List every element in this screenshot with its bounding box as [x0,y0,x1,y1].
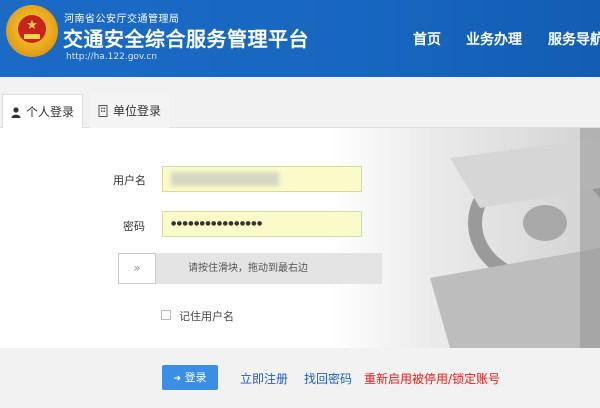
nav-business[interactable]: 业务办理 [466,29,522,49]
page-title: 交通安全综合服务管理平台 [63,27,309,51]
username-label: 用户名 [113,174,146,187]
login-area: 个人登录 单位登录 [0,77,600,408]
login-tabs: 个人登录 单位登录 [0,94,600,129]
captcha-slider[interactable]: » 请按住滑块，拖动到最右边 [118,253,382,284]
password-input[interactable]: ●●●●●●●●●●●●●●●● [162,211,362,237]
username-value-blurred [171,172,279,186]
tab-company-login[interactable]: 单位登录 [90,94,170,128]
tab-company-label: 单位登录 [113,104,162,118]
police-emblem-icon: ★ [6,5,58,57]
car-interior-background [330,128,600,348]
tab-personal-label: 个人登录 [26,105,75,119]
slider-hint: 请按住滑块，拖动到最右边 [188,263,308,274]
user-icon [11,106,21,118]
username-input[interactable] [162,166,362,192]
password-label: 密码 [123,220,145,233]
site-url: http://ha.122.gov.cn [66,52,158,62]
login-footer-bar [0,348,600,408]
tab-personal-login[interactable]: 个人登录 [2,94,84,129]
building-icon [98,105,108,117]
nav-home[interactable]: 首页 [413,29,441,49]
login-panel [0,128,600,348]
header: ★ 河南省公安厅交通管理局 交通安全综合服务管理平台 http://ha.122… [0,0,600,77]
slider-handle[interactable]: » [118,253,156,284]
login-arrow-icon: ➜ [173,374,182,384]
login-button-label: 登录 [184,371,207,384]
nav-service-guide[interactable]: 服务导航 [548,29,600,49]
recover-password-link[interactable]: 找回密码 [304,370,352,387]
remember-checkbox[interactable] [161,310,171,320]
register-link[interactable]: 立即注册 [240,370,288,387]
remember-label: 记住用户名 [179,310,234,323]
login-button[interactable]: ➜ 登录 [162,365,218,390]
reactivate-account-link[interactable]: 重新启用被停用/锁定账号 [364,370,500,387]
